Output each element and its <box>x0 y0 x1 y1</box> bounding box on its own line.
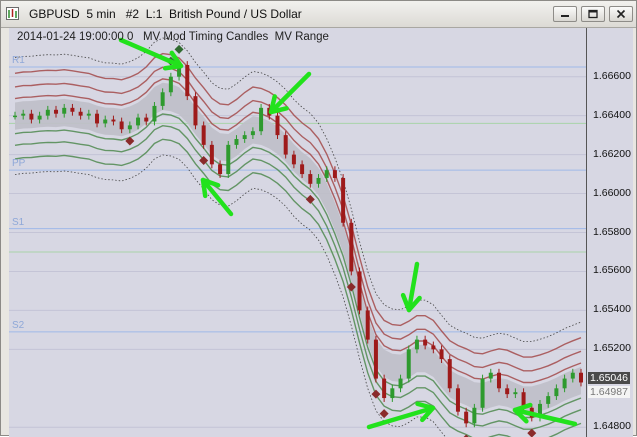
restore-icon <box>588 9 598 19</box>
candle-body <box>472 407 477 424</box>
candle-body <box>29 113 34 120</box>
candle-body <box>242 135 247 140</box>
candle-body <box>103 119 108 124</box>
title-bar[interactable]: GBPUSD 5 min #2 L:1 British Pound / US D… <box>1 1 636 28</box>
candle-body <box>332 170 337 178</box>
price-tick-label: 1.66400 <box>593 108 631 121</box>
close-button[interactable] <box>609 6 633 22</box>
chart-header: 2014-01-24 19:00:00 0 MV Mod Timing Cand… <box>17 31 329 43</box>
candle-body <box>390 388 395 399</box>
candle-body <box>168 76 173 93</box>
candle-body <box>382 378 387 399</box>
candle-body <box>21 113 26 116</box>
candle-body <box>554 388 559 397</box>
window-title: GBPUSD 5 min #2 L:1 British Pound / US D… <box>29 7 302 21</box>
candle-body <box>250 131 255 136</box>
candle-body <box>201 125 206 145</box>
candle-body <box>562 378 567 389</box>
candle-body <box>259 107 264 132</box>
candle-body <box>119 121 124 130</box>
price-tick-label: 1.65400 <box>593 303 631 316</box>
candle-body <box>324 170 329 178</box>
candle-body <box>365 310 370 340</box>
bid-price-tag: 1.65046 <box>588 372 630 385</box>
candle-body <box>447 359 452 389</box>
price-tick-label: 1.66600 <box>593 69 631 82</box>
candle-body <box>373 339 378 379</box>
candle-body <box>152 105 157 122</box>
candle-body <box>54 109 59 114</box>
candle-body <box>209 144 214 165</box>
candle-body <box>45 109 50 116</box>
price-chart[interactable]: 2014-01-24 19:00:00 0 MV Mod Timing Cand… <box>9 28 633 437</box>
candle-body <box>414 339 419 350</box>
candle-body <box>488 372 493 379</box>
candle-body <box>308 174 313 184</box>
candle-body <box>95 113 100 124</box>
candle-body <box>111 119 116 122</box>
candle-body <box>13 115 17 118</box>
candle-body <box>505 388 510 395</box>
close-icon <box>616 9 626 19</box>
candle-body <box>144 117 149 122</box>
chart-icon <box>6 7 19 20</box>
candle-body <box>455 388 460 412</box>
maximize-button[interactable] <box>581 6 605 22</box>
candle-body <box>185 65 190 97</box>
candle-body <box>341 177 346 223</box>
candle-body <box>70 107 75 112</box>
candle-body <box>234 139 239 145</box>
candle-body <box>349 222 354 272</box>
candle-body <box>291 154 296 165</box>
chart-window: GBPUSD 5 min #2 L:1 British Pound / US D… <box>0 0 637 437</box>
ask-price-tag: 1.64987 <box>588 385 630 398</box>
candle-body <box>431 345 436 350</box>
price-tick-label: 1.66200 <box>593 147 631 160</box>
candle-body <box>480 378 485 408</box>
pivot-label-s1: S1 <box>12 216 25 228</box>
candle-body <box>275 115 280 136</box>
pivot-label-pp: PP <box>12 158 26 170</box>
candle-body <box>496 372 501 389</box>
candle-body <box>136 117 141 126</box>
candle-body <box>300 164 305 175</box>
pivot-label-s2: S2 <box>12 319 25 331</box>
candle-body <box>357 271 362 311</box>
candle-body <box>193 96 198 126</box>
price-axis[interactable]: 1.66600 1.66400 1.66200 1.66000 1.65800 1.656… <box>586 28 633 437</box>
candle-body <box>579 372 583 383</box>
candle-body <box>78 111 83 116</box>
candle-body <box>316 177 321 184</box>
price-tick-label: 1.65800 <box>593 225 631 238</box>
minimize-icon <box>561 15 569 17</box>
candle-body <box>513 392 518 395</box>
candle-body <box>226 144 231 175</box>
minimize-button[interactable] <box>553 6 577 22</box>
candle-body <box>283 135 288 155</box>
price-tick-label: 1.65600 <box>593 264 631 277</box>
candle-body <box>37 115 42 120</box>
candle-body <box>86 113 91 116</box>
price-tick-label: 1.64800 <box>593 420 631 433</box>
price-tick-label: 1.65200 <box>593 342 631 355</box>
candle-body <box>423 339 428 346</box>
candle-body <box>439 349 444 360</box>
candle-body <box>406 349 411 379</box>
candle-body <box>62 107 67 114</box>
candle-body <box>160 92 165 106</box>
candle-body <box>570 372 575 379</box>
chart-plot[interactable] <box>9 28 587 437</box>
candle-body <box>464 411 469 424</box>
candle-body <box>127 125 132 130</box>
candle-body <box>398 378 403 389</box>
candle-body <box>546 396 551 404</box>
candle-body <box>218 164 223 175</box>
price-tick-label: 1.66000 <box>593 186 631 199</box>
pivot-label-r1: R1 <box>12 54 25 66</box>
